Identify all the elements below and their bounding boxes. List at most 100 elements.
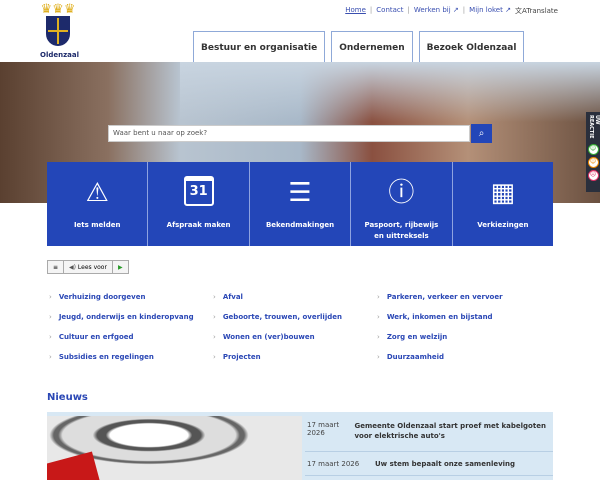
quick-link[interactable]: › Wonen en (ver)bouwen bbox=[213, 332, 377, 342]
read-aloud-label: Lees voor bbox=[77, 263, 107, 271]
nav-bezoek[interactable]: Bezoek Oldenzaal bbox=[418, 31, 525, 63]
chevron-right-icon: › bbox=[377, 333, 380, 341]
quick-link-label: Zorg en welzijn bbox=[386, 333, 448, 341]
tile-label: Paspoort, rijbewijs en uittreksels bbox=[364, 221, 439, 240]
play-icon[interactable]: ▶ bbox=[113, 261, 128, 273]
external-link-icon: ↗ bbox=[452, 6, 459, 14]
chevron-right-icon: › bbox=[377, 293, 380, 301]
task-tiles: ⚠ Iets melden 31 Afspraak maken ☰ Bekendmak… bbox=[47, 162, 554, 246]
tile-label: Verkiezingen bbox=[477, 221, 529, 229]
news-section: 17 maart 2026 Gemeente Oldenzaal start pr… bbox=[47, 412, 553, 480]
separator: | bbox=[407, 6, 410, 14]
news-item[interactable]: 17 maart 2026 Uw stem bepaalt onze samenl… bbox=[305, 452, 553, 476]
chevron-right-icon: › bbox=[49, 293, 52, 301]
search-icon: ⌕ bbox=[478, 128, 485, 139]
link-home[interactable]: Home bbox=[345, 6, 366, 16]
tile-verkiezingen[interactable]: ▦ Verkiezingen bbox=[452, 162, 554, 246]
read-aloud-button[interactable]: ◀) Lees voor bbox=[64, 261, 113, 273]
chevron-right-icon: › bbox=[49, 313, 52, 321]
news-title[interactable]: Gemeente Oldenzaal start proef met kabel… bbox=[354, 421, 553, 451]
quick-link[interactable]: › Jeugd, onderwijs en kinderopvang bbox=[49, 312, 213, 322]
quick-link-label: Projecten bbox=[222, 353, 261, 361]
quick-link-label: Parkeren, verkeer en vervoer bbox=[386, 293, 503, 301]
quick-link[interactable]: › Verhuizing doorgeven bbox=[49, 292, 213, 302]
quick-link-label: Cultuur en erfgoed bbox=[58, 333, 134, 341]
feedback-label: UW REACTIE bbox=[588, 115, 600, 139]
separator: | bbox=[369, 6, 373, 14]
quick-link[interactable]: › Parkeren, verkeer en vervoer bbox=[377, 292, 559, 302]
hero-sky bbox=[180, 62, 600, 122]
news-date: 17 maart 2026 bbox=[307, 459, 360, 468]
quick-link-label: Subsidies en regelingen bbox=[58, 353, 154, 361]
chevron-right-icon: › bbox=[49, 353, 52, 361]
quick-link-label: Duurzaamheid bbox=[386, 353, 444, 361]
separator: | bbox=[462, 6, 466, 14]
coat-of-arms-icon bbox=[46, 16, 70, 46]
tile-paspoort[interactable]: ⓘ Paspoort, rijbewijs en uittreksels bbox=[351, 162, 452, 246]
quick-link-label: Geboorte, trouwen, overlijden bbox=[222, 313, 342, 321]
tile-bekendmakingen[interactable]: ☰ Bekendmakingen bbox=[249, 162, 351, 246]
translate-label: Translate bbox=[526, 7, 558, 15]
document-icon: ☰ bbox=[288, 178, 312, 208]
link-contact[interactable]: Contact bbox=[376, 6, 403, 16]
search-input[interactable]: Waar bent u naar op zoek? bbox=[108, 125, 470, 142]
sad-face-icon[interactable]: ☹ bbox=[587, 170, 599, 181]
calendar-icon: 31 bbox=[183, 176, 214, 206]
tile-label: Afspraak maken bbox=[166, 221, 231, 229]
chevron-right-icon: › bbox=[213, 333, 216, 341]
tile-label: Bekendmakingen bbox=[265, 221, 335, 229]
info-icon: ⓘ bbox=[388, 178, 415, 208]
neutral-face-icon[interactable]: ☺ bbox=[587, 157, 599, 168]
nav-bestuur[interactable]: Bestuur en organisatie bbox=[193, 31, 326, 63]
quick-link[interactable]: › Projecten bbox=[213, 352, 377, 362]
nav-ondernemen[interactable]: Ondernemen bbox=[331, 31, 413, 63]
quick-link[interactable]: › Cultuur en erfgoed bbox=[49, 332, 213, 342]
logo[interactable]: ♛♛♛ Oldenzaal bbox=[40, 2, 80, 59]
crown-icon: ♛♛♛ bbox=[40, 2, 76, 17]
logo-text: Oldenzaal bbox=[40, 51, 80, 59]
tile-afspraak[interactable]: 31 Afspraak maken bbox=[148, 162, 249, 246]
search-button[interactable]: ⌕ bbox=[471, 124, 492, 143]
chevron-right-icon: › bbox=[213, 313, 216, 321]
quick-link-label: Afval bbox=[222, 293, 243, 301]
quick-link[interactable]: › Duurzaamheid bbox=[377, 352, 559, 362]
top-links: Home | Contact | Werken bij ↗ | Mijn loket … bbox=[345, 6, 558, 16]
chevron-right-icon: › bbox=[49, 333, 52, 341]
link-label: Werken bij bbox=[413, 6, 451, 14]
quick-link-label: Jeugd, onderwijs en kinderopvang bbox=[58, 313, 194, 321]
quick-link-label: Wonen en (ver)bouwen bbox=[222, 333, 315, 341]
translate-button[interactable]: 文ATranslate bbox=[515, 6, 558, 16]
chevron-right-icon: › bbox=[213, 353, 216, 361]
feedback-widget[interactable]: UW REACTIE ☺ ☺ ☹ bbox=[586, 112, 600, 192]
translate-icon: 文A bbox=[514, 7, 527, 15]
link-werken-bij[interactable]: Werken bij ↗ bbox=[414, 6, 459, 16]
quick-link[interactable]: › Geboorte, trouwen, overlijden bbox=[213, 312, 377, 322]
calendar-grid-icon: ▦ bbox=[490, 178, 516, 208]
main-nav: Bestuur en organisatie Ondernemen Bezoek… bbox=[193, 31, 525, 63]
menu-icon[interactable]: ≡ bbox=[48, 261, 65, 273]
news-title[interactable]: Uw stem bepaalt onze samenleving bbox=[375, 459, 515, 469]
news-image[interactable] bbox=[47, 416, 302, 480]
speaker-icon: ◀) bbox=[69, 263, 76, 271]
quick-link[interactable]: › Zorg en welzijn bbox=[377, 332, 559, 342]
quick-link[interactable]: › Afval bbox=[213, 292, 377, 302]
tile-iets-melden[interactable]: ⚠ Iets melden bbox=[47, 162, 148, 246]
quick-link-label: Verhuizing doorgeven bbox=[58, 293, 146, 301]
happy-face-icon[interactable]: ☺ bbox=[587, 144, 599, 155]
chevron-right-icon: › bbox=[377, 353, 380, 361]
news-item[interactable]: 17 maart 2026 Gemeente Oldenzaal start pr… bbox=[305, 418, 553, 452]
quick-links: › Verhuizing doorgeven › Afval › Parkeren, ve… bbox=[49, 292, 559, 362]
quick-link[interactable]: › Subsidies en regelingen bbox=[49, 352, 213, 362]
news-heading: Nieuws bbox=[47, 392, 88, 403]
external-link-icon: ↗ bbox=[505, 6, 511, 14]
quick-link-label: Werk, inkomen en bijstand bbox=[386, 313, 493, 321]
tile-label: Iets melden bbox=[73, 221, 121, 229]
chevron-right-icon: › bbox=[213, 293, 216, 301]
readspeaker-bar: ≡ ◀) Lees voor ▶ bbox=[47, 260, 129, 274]
warning-icon: ⚠ bbox=[85, 178, 109, 208]
quick-link[interactable]: › Werk, inkomen en bijstand bbox=[377, 312, 559, 322]
link-mijn-loket[interactable]: Mijn loket ↗ bbox=[469, 6, 511, 16]
news-date: 17 maart 2026 bbox=[307, 421, 340, 437]
link-label: Mijn loket bbox=[469, 6, 503, 14]
chevron-right-icon: › bbox=[377, 313, 380, 321]
